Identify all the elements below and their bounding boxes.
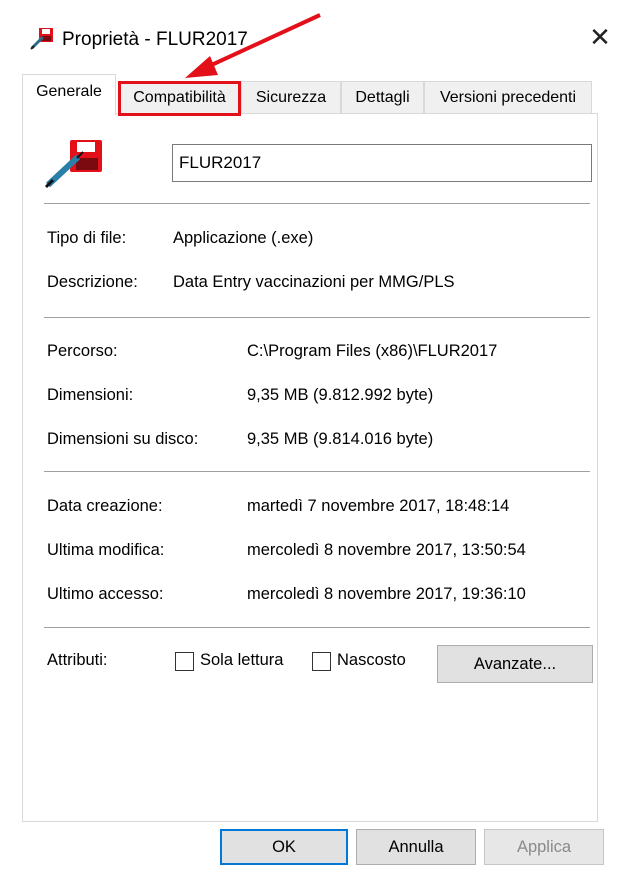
tab-dettagli[interactable]: Dettagli — [341, 81, 424, 113]
modified-label: Ultima modifica: — [47, 541, 165, 559]
app-icon — [30, 28, 53, 50]
annotation-highlight-box — [118, 81, 241, 116]
divider — [44, 203, 590, 204]
tab-generale[interactable]: Generale — [22, 74, 116, 115]
tab-sicurezza[interactable]: Sicurezza — [241, 81, 341, 113]
size-on-disk-value: 9,35 MB (9.814.016 byte) — [247, 430, 434, 448]
path-value: C:\Program Files (x86)\FLUR2017 — [247, 342, 498, 360]
attributes-label: Attributi: — [47, 651, 108, 669]
accessed-label: Ultimo accesso: — [47, 585, 164, 603]
file-type-label: Tipo di file: — [47, 229, 127, 247]
description-value: Data Entry vaccinazioni per MMG/PLS — [173, 273, 455, 291]
divider — [44, 317, 590, 318]
file-name-field[interactable] — [172, 144, 592, 182]
cancel-button[interactable]: Annulla — [356, 829, 476, 865]
hidden-label[interactable]: Nascosto — [337, 651, 406, 670]
close-icon: ✕ — [589, 22, 611, 52]
title-bar[interactable]: Proprietà - FLUR2017 ✕ — [0, 0, 620, 74]
created-value: martedì 7 novembre 2017, 18:48:14 — [247, 497, 510, 515]
size-on-disk-label: Dimensioni su disco: — [47, 430, 199, 448]
window-title: Proprietà - FLUR2017 — [62, 29, 248, 50]
modified-value: mercoledì 8 novembre 2017, 13:50:54 — [247, 541, 526, 559]
apply-button[interactable]: Applica — [484, 829, 604, 865]
file-type-icon — [44, 140, 102, 189]
hidden-checkbox[interactable] — [312, 652, 331, 671]
created-label: Data creazione: — [47, 497, 163, 515]
description-label: Descrizione: — [47, 273, 138, 291]
readonly-checkbox[interactable] — [175, 652, 194, 671]
divider — [44, 627, 590, 628]
path-label: Percorso: — [47, 342, 118, 360]
size-label: Dimensioni: — [47, 386, 134, 404]
accessed-value: mercoledì 8 novembre 2017, 19:36:10 — [247, 585, 526, 603]
ok-button[interactable]: OK — [220, 829, 348, 865]
file-type-value: Applicazione (.exe) — [173, 229, 314, 247]
divider — [44, 471, 590, 472]
properties-panel — [22, 113, 598, 822]
close-button[interactable]: ✕ — [585, 22, 615, 52]
advanced-button[interactable]: Avanzate... — [437, 645, 593, 683]
size-value: 9,35 MB (9.812.992 byte) — [247, 386, 434, 404]
readonly-label[interactable]: Sola lettura — [200, 651, 283, 670]
tab-versioni-precedenti[interactable]: Versioni precedenti — [424, 81, 592, 113]
